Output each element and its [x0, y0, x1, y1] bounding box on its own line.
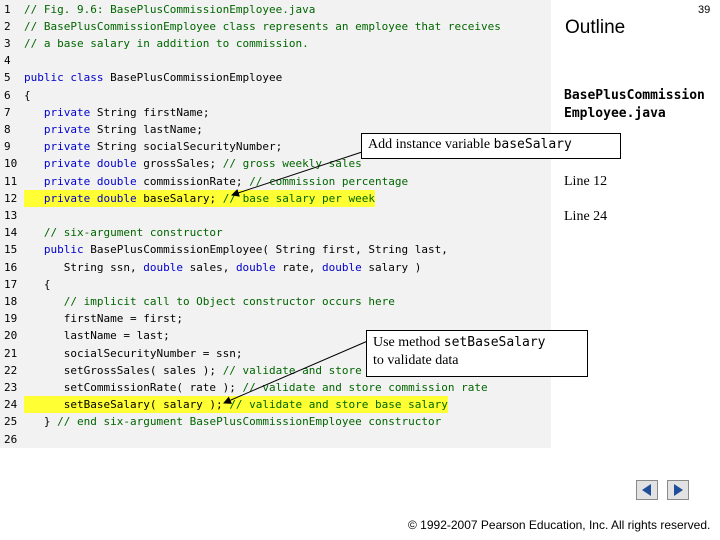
- callout-2-code: setBaseSalary: [443, 335, 546, 350]
- callout-2-arrow: [223, 339, 371, 404]
- callout-2-text: Use method: [373, 335, 444, 350]
- callout-1-text: Add instance variable: [368, 137, 494, 152]
- callout-1-arrow: [231, 149, 369, 197]
- triangle-left-icon: [642, 484, 651, 496]
- next-slide-button[interactable]: [667, 480, 689, 500]
- callout-1-code: baseSalary: [493, 137, 572, 152]
- previous-slide-button[interactable]: [636, 480, 658, 500]
- triangle-right-icon: [674, 484, 683, 496]
- callout-use-method: Use method setBaseSalary to validate dat…: [366, 330, 588, 377]
- callout-2-text-2: to validate data: [373, 353, 459, 368]
- copyright-notice: © 1992-2007 Pearson Education, Inc. All …: [408, 518, 711, 532]
- callout-arrows: [223, 149, 371, 404]
- callout-add-instance-variable: Add instance variable baseSalary: [361, 133, 621, 159]
